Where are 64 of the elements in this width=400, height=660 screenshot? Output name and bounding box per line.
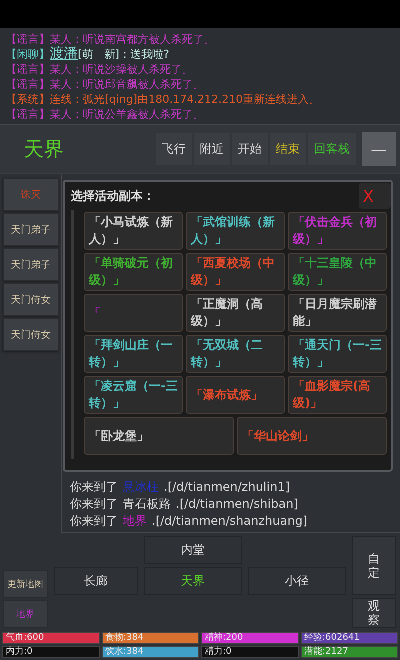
npc-button[interactable]: 天门侍女 xyxy=(3,318,59,351)
stat-bar: 食物:384 xyxy=(102,632,199,644)
action-button[interactable]: 回客栈 xyxy=(308,133,356,165)
npc-button[interactable]: 天门弟子 xyxy=(3,248,59,281)
place-name: 青石板路 xyxy=(123,496,171,513)
stat-bar: 精神:200 xyxy=(201,632,298,644)
npc-button[interactable]: 天门弟子 xyxy=(3,213,59,246)
log-text: 你来到了 xyxy=(70,479,118,496)
action-button[interactable]: 飞行 xyxy=(156,133,192,165)
instance-button[interactable]: 「华山论剑」 xyxy=(237,417,387,455)
place-name: 地界 xyxy=(123,513,147,530)
exit-button[interactable]: 小径 xyxy=(248,567,346,595)
instance-button[interactable]: 「正魔洞（高级）」 xyxy=(186,294,285,332)
place-name: 悬冰柱 xyxy=(123,479,159,496)
exit-button[interactable]: 长廊 xyxy=(54,567,138,595)
action-button[interactable]: 附近 xyxy=(194,133,230,165)
room-path: .[/d/tianmen/shiban] xyxy=(176,496,298,513)
npc-button[interactable]: 天门侍女 xyxy=(3,283,59,316)
instance-button[interactable]: 「卧龙堡」 xyxy=(84,417,234,455)
dialog-title: 选择活动副本： xyxy=(71,188,155,204)
side-button[interactable]: 自定 xyxy=(352,536,396,595)
stat-bar: 内力:0 xyxy=(2,646,100,658)
stat-bar: 饮水:384 xyxy=(102,646,199,658)
exit-button[interactable]: 天界 xyxy=(144,567,242,595)
instance-button[interactable]: 「武馆训练（新人）」 xyxy=(186,212,285,250)
menu-button[interactable]: — xyxy=(362,132,396,166)
channel-tag: 【闲聊】 xyxy=(6,47,50,62)
chat-message: [萌 新]：送我啦? xyxy=(78,47,170,62)
stat-bar: 潜能:2127 xyxy=(300,646,398,658)
player-name-link[interactable]: 渡潘 xyxy=(50,47,78,62)
instance-button[interactable]: 「无双城（二转）」 xyxy=(186,335,285,373)
update-map-button[interactable]: 更新地图 xyxy=(3,570,48,598)
channel-tag: 【系统】 xyxy=(6,92,50,107)
channel-tag: 【谣言】 xyxy=(6,107,50,122)
channel-tag: 【谣言】 xyxy=(6,62,50,77)
instance-button[interactable]: 「十三皇陵（中级）」 xyxy=(288,253,387,291)
instance-button[interactable]: 「凌云窟（一-三转）」 xyxy=(84,376,183,414)
instance-button[interactable]: 「小马试炼（新人）」 xyxy=(84,212,183,250)
room-path: .[/d/tianmen/zhulin1] xyxy=(164,479,290,496)
chat-message: 某人：听说沙操被人杀死了。 xyxy=(50,62,193,77)
instance-button[interactable]: 「瀑布试炼」 xyxy=(186,376,285,414)
instance-button[interactable]: 「日月魔宗刷潜能」 xyxy=(288,294,387,332)
instance-button[interactable]: 「单骑破元（初级）」 xyxy=(84,253,183,291)
stat-bar: 经验:602641 xyxy=(300,632,398,644)
instance-button[interactable]: 「拜剑山庄（一转）」 xyxy=(84,335,183,373)
instance-button[interactable]: 「西夏校场（中级）」 xyxy=(186,253,285,291)
channel-tag: 【谣言】 xyxy=(6,77,50,92)
exit-button[interactable]: 内堂 xyxy=(144,536,242,564)
channel-tag: 【谣言】 xyxy=(6,32,50,47)
log-text: 你来到了 xyxy=(70,513,118,530)
side-button[interactable]: 观察 xyxy=(352,598,396,628)
action-button[interactable]: 开始 xyxy=(232,133,268,165)
instance-button[interactable]: 「通天门（一-三转）」 xyxy=(288,335,387,373)
chat-message: 某人：听说邱音飙被人杀死了。 xyxy=(50,77,204,92)
chat-message: 连线：弧光[qing]由180.174.212.210重新连线进入。 xyxy=(50,92,320,107)
chat-message: 某人：听说公羊鑫被人杀死了。 xyxy=(50,107,204,122)
instance-button[interactable]: 「血影魔宗(高级)」 xyxy=(288,376,387,414)
stat-bar: 精力:0 xyxy=(201,646,298,658)
location-title: 天界 xyxy=(24,136,64,162)
action-button[interactable]: 结束 xyxy=(270,133,306,165)
log-text: 你来到了 xyxy=(70,496,118,513)
room-path: .[/d/tianmen/shanzhuang] xyxy=(152,513,308,530)
stat-bar: 气血:600 xyxy=(2,632,100,644)
chat-message: 某人：听说南宫都方被人杀死了。 xyxy=(50,32,215,46)
